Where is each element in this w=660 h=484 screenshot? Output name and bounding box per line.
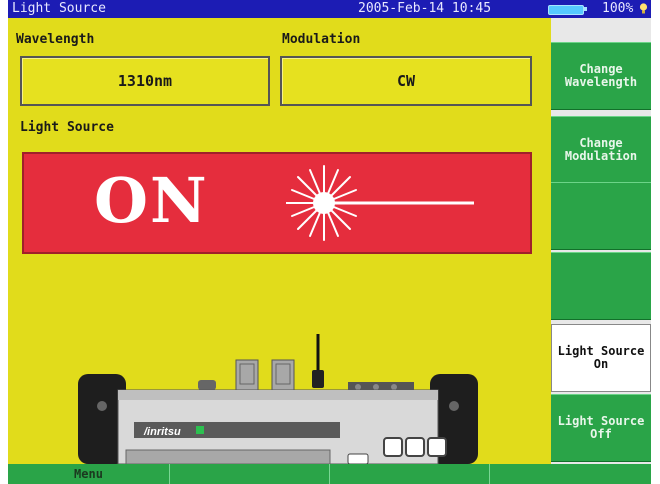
window-title: Light Source	[12, 1, 106, 16]
light-source-off-button[interactable]: Light Source Off	[551, 394, 651, 462]
change-wavelength-button[interactable]: Change Wavelength	[551, 42, 651, 110]
bottom-softkey-3[interactable]	[330, 464, 490, 484]
main-screen: Wavelength Modulation 1310nm CW Light So…	[8, 18, 551, 464]
light-source-label: Light Source	[20, 120, 114, 135]
battery-percent: 100%	[602, 1, 634, 16]
wavelength-value: 1310nm	[117, 72, 173, 90]
bulb-icon	[639, 3, 648, 14]
modulation-value-box: CW	[280, 56, 532, 106]
light-source-status-panel: ON	[22, 152, 532, 254]
battery-tip	[584, 7, 587, 11]
bottom-softkey-2[interactable]	[170, 464, 330, 484]
empty-softkey-3[interactable]	[551, 182, 651, 250]
menu-button[interactable]: Menu	[8, 464, 170, 484]
datetime: 2005-Feb-14 10:45	[358, 1, 492, 16]
modulation-value: CW	[396, 72, 416, 90]
empty-softkey-4[interactable]	[551, 252, 651, 320]
light-source-on-button[interactable]: Light Source On	[551, 324, 651, 392]
title-bar: Light Source 2005-Feb-14 10:45 100%	[8, 0, 651, 18]
change-modulation-button[interactable]: Change Modulation	[551, 116, 651, 184]
softkey-sidebar: Change Wavelength Change Modulation Light …	[551, 18, 651, 464]
bottom-softkey-4[interactable]	[490, 464, 651, 484]
device-image: /inritsu	[78, 334, 478, 464]
wavelength-value-box: 1310nm	[20, 56, 270, 106]
modulation-label: Modulation	[282, 32, 361, 47]
laser-icon	[286, 165, 474, 241]
light-source-status: ON	[94, 164, 209, 237]
wavelength-label: Wavelength	[16, 32, 95, 47]
battery-icon	[548, 5, 584, 15]
bottom-softkey-bar: Menu	[8, 464, 651, 484]
device-brand: /inritsu	[143, 426, 181, 438]
